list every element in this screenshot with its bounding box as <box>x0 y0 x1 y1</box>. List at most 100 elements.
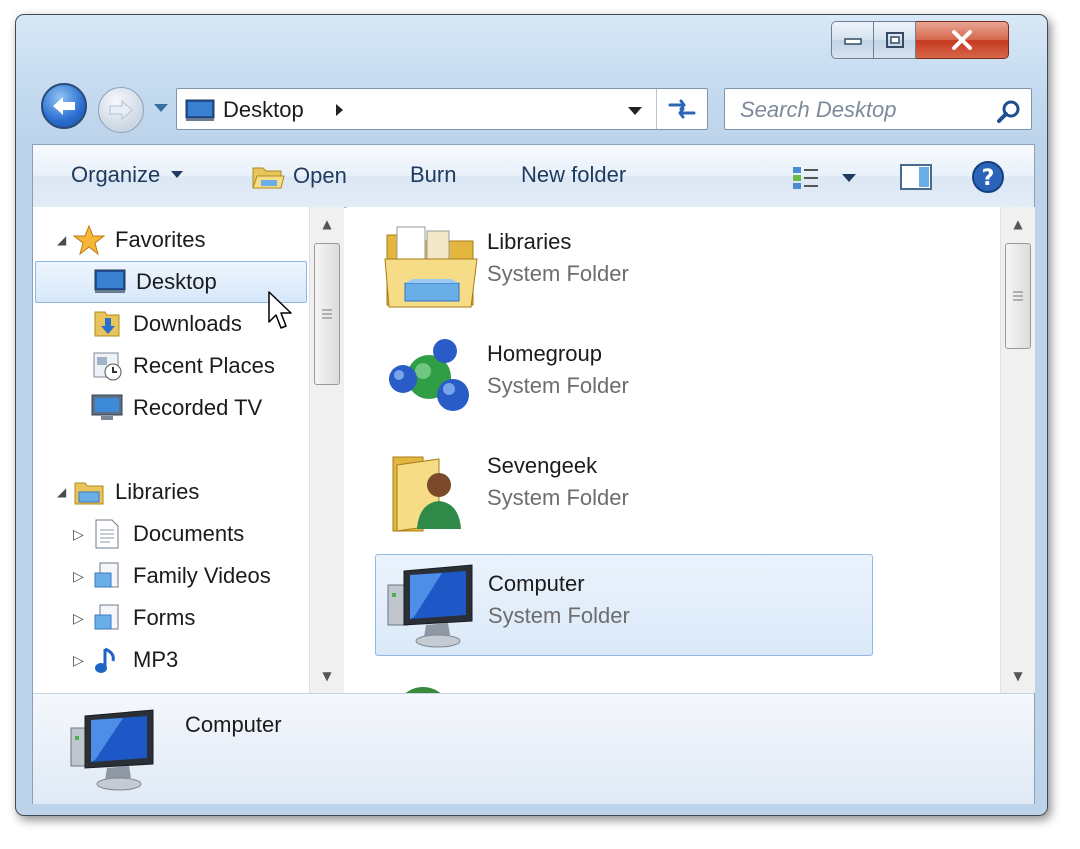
search-placeholder: Search Desktop <box>740 97 897 122</box>
mouse-pointer-icon <box>267 290 295 336</box>
libraries-group[interactable]: ◢ Libraries <box>33 471 323 513</box>
recent-places-icon <box>91 350 123 382</box>
burn-button[interactable]: Burn <box>410 162 456 188</box>
search-icon[interactable] <box>997 99 1021 127</box>
computer-icon <box>384 559 474 649</box>
scroll-down-arrow-icon[interactable]: ▼ <box>1001 659 1035 693</box>
favorites-group[interactable]: ◢ Favorites <box>33 219 323 261</box>
view-options-icon <box>793 167 818 189</box>
documents-icon <box>91 518 123 550</box>
recent-pages-button[interactable] <box>152 99 170 117</box>
desktop-icon <box>94 266 126 298</box>
libraries-label: Libraries <box>115 479 200 504</box>
help-icon: ? <box>972 161 1004 193</box>
user-folder-icon <box>383 445 473 535</box>
nav-item-family-videos[interactable]: ▷ Family Videos <box>33 555 323 597</box>
library-icon <box>91 560 123 592</box>
collapsed-triangle-icon[interactable]: ▷ <box>73 652 84 669</box>
scroll-down-arrow-icon[interactable]: ▼ <box>310 659 344 693</box>
nav-item-label: Recorded TV <box>133 395 263 420</box>
details-item-name: Computer <box>185 712 282 737</box>
scroll-up-arrow-icon[interactable]: ▲ <box>310 207 344 241</box>
refresh-button[interactable] <box>656 89 707 129</box>
nav-item-recorded-tv[interactable]: Recorded TV <box>33 387 323 429</box>
collapsed-triangle-icon[interactable]: ▷ <box>73 568 84 585</box>
nav-item-label: Downloads <box>133 311 242 336</box>
address-dropdown-button[interactable] <box>627 102 643 121</box>
nav-item-recent-places[interactable]: Recent Places <box>33 345 323 387</box>
address-bar[interactable]: Desktop <box>176 88 708 130</box>
nav-item-documents[interactable]: ▷ Documents <box>33 513 323 555</box>
back-arrow-icon <box>53 97 75 115</box>
scrollbar-thumb[interactable] <box>1005 243 1031 349</box>
new-folder-label: New folder <box>521 162 627 187</box>
forward-button[interactable] <box>98 87 144 133</box>
list-item-sevengeek[interactable]: Sevengeek System Folder <box>375 437 873 539</box>
libraries-icon <box>383 221 478 311</box>
address-location[interactable]: Desktop <box>223 97 304 123</box>
grip-icon <box>1013 291 1023 301</box>
organize-label: Organize <box>71 162 161 187</box>
item-name: Computer <box>488 571 585 596</box>
list-item-computer[interactable]: Computer System Folder <box>375 554 873 656</box>
nav-item-forms[interactable]: ▷ Forms <box>33 597 323 639</box>
list-item-homegroup[interactable]: Homegroup System Folder <box>375 325 873 427</box>
minimize-icon <box>843 38 862 45</box>
explorer-frame: Organize Open Burn New folder ? ◢ Favori… <box>32 144 1035 804</box>
nav-item-label: Desktop <box>136 269 217 294</box>
collapsed-triangle-icon[interactable]: ▷ <box>73 526 84 543</box>
preview-pane-button[interactable] <box>899 163 933 191</box>
help-button[interactable]: ? <box>971 160 1005 194</box>
item-type: System Folder <box>487 261 629 286</box>
maximize-button[interactable] <box>874 21 916 59</box>
item-type: System Folder <box>487 485 629 510</box>
caption-buttons <box>831 21 1009 59</box>
explorer-window: Desktop Search Desktop Organize Open Bur… <box>15 14 1048 816</box>
downloads-icon <box>91 308 123 340</box>
nav-item-label: Recent Places <box>133 353 275 378</box>
scrollbar-thumb[interactable] <box>314 243 340 385</box>
scroll-up-arrow-icon[interactable]: ▲ <box>1001 207 1035 241</box>
maximize-icon <box>885 32 904 48</box>
breadcrumb-arrow-icon[interactable] <box>335 102 345 121</box>
content-pane-scrollbar[interactable]: ▲ ▼ <box>1000 207 1035 693</box>
command-bar: Organize Open Burn New folder ? <box>33 145 1034 208</box>
navigation-pane-scrollbar[interactable]: ▲ ▼ <box>309 207 344 693</box>
collapsed-triangle-icon[interactable]: ▷ <box>73 610 84 627</box>
preview-pane-icon <box>900 164 932 190</box>
nav-item-label: Documents <box>133 521 245 546</box>
search-box[interactable]: Search Desktop <box>724 88 1032 130</box>
nav-item-mp3[interactable]: ▷ MP3 <box>33 639 323 681</box>
burn-label: Burn <box>410 162 457 187</box>
details-pane: Computer <box>33 693 1034 804</box>
favorites-star-icon <box>73 224 105 256</box>
nav-item-label: MP3 <box>133 647 179 672</box>
item-name: Sevengeek <box>487 453 598 478</box>
svg-text:?: ? <box>982 166 995 191</box>
organize-button[interactable]: Organize <box>71 162 184 188</box>
close-button[interactable] <box>916 21 1009 59</box>
chevron-down-icon <box>628 107 642 115</box>
navigation-pane: ◢ Favorites Desktop Downloads Recent Pla… <box>33 207 344 693</box>
network-icon <box>385 685 465 693</box>
open-button[interactable]: Open <box>251 162 347 190</box>
homegroup-icon <box>383 333 473 423</box>
list-item-libraries[interactable]: Libraries System Folder <box>375 213 873 315</box>
change-view-button[interactable] <box>791 165 857 191</box>
forward-arrow-icon <box>109 99 133 121</box>
expanded-triangle-icon[interactable]: ◢ <box>57 485 66 499</box>
library-icon <box>91 602 123 634</box>
grip-icon <box>322 309 332 319</box>
item-type: System Folder <box>487 373 629 398</box>
nav-item-label: Forms <box>133 605 196 630</box>
expanded-triangle-icon[interactable]: ◢ <box>57 233 66 247</box>
item-name: Homegroup <box>487 341 602 366</box>
recorded-tv-icon <box>91 392 123 424</box>
content-pane: Libraries System Folder Homegroup System… <box>347 207 1035 693</box>
favorites-label: Favorites <box>115 227 206 252</box>
back-button[interactable] <box>41 83 87 129</box>
minimize-button[interactable] <box>831 21 874 59</box>
new-folder-button[interactable]: New folder <box>521 162 626 188</box>
item-name: Libraries <box>487 229 572 254</box>
open-folder-icon <box>252 167 285 189</box>
